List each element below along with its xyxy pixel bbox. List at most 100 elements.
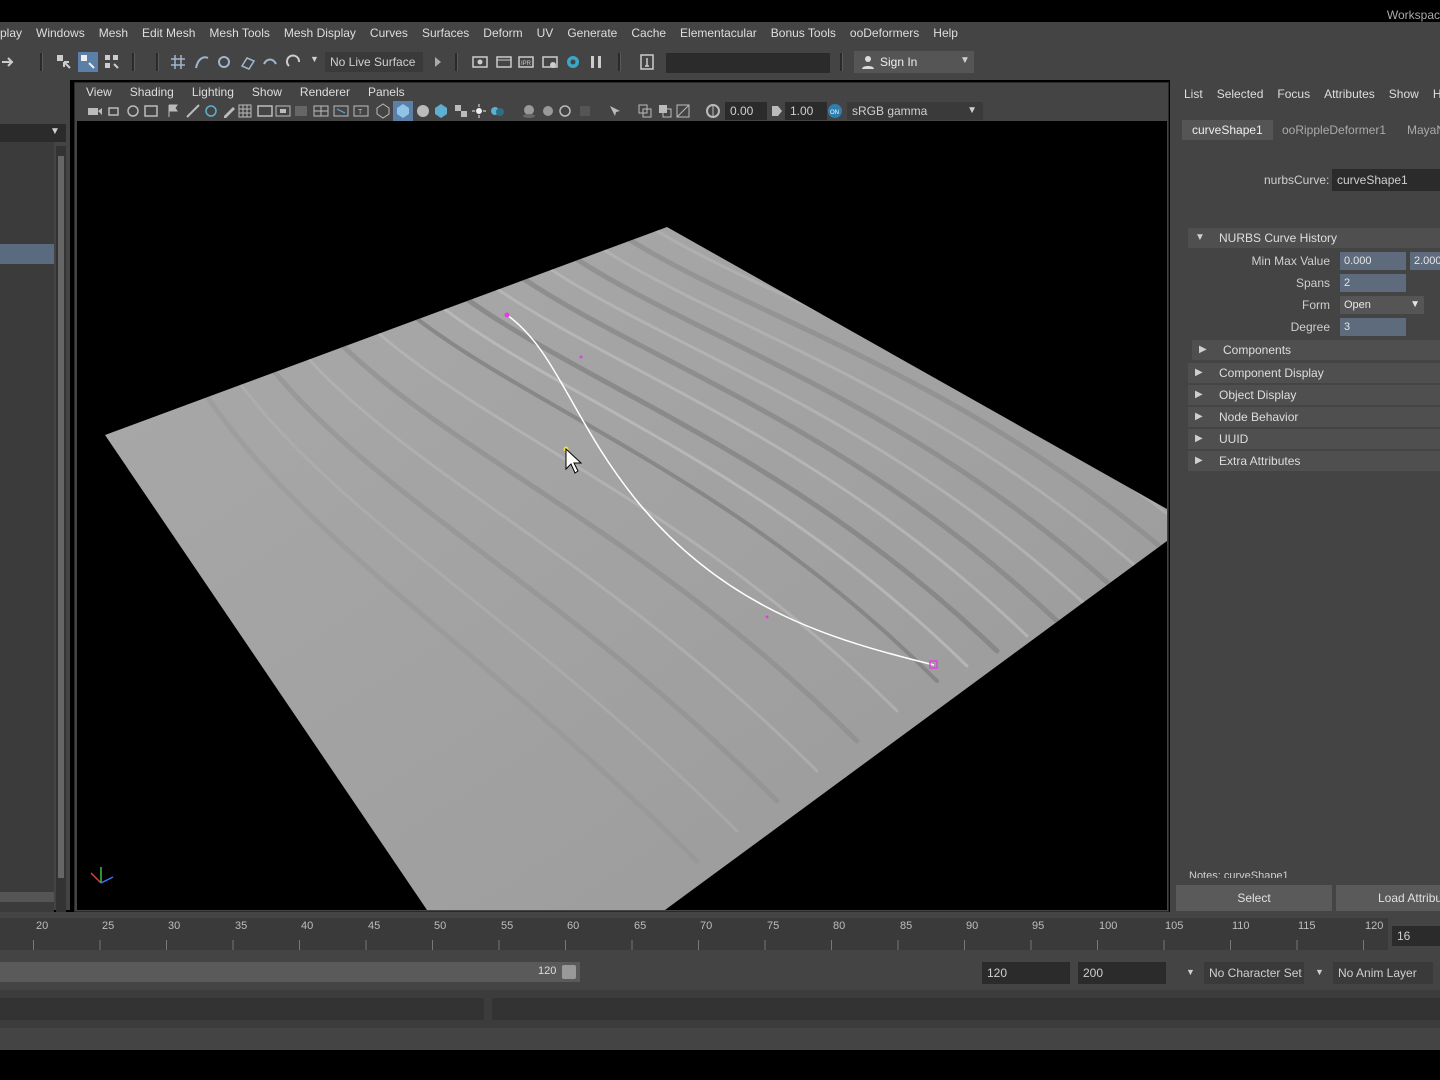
select-button[interactable]: Select — [1176, 885, 1332, 911]
control-vertex[interactable] — [765, 615, 769, 619]
film-gate-icon[interactable] — [257, 103, 273, 119]
menu-oodeformers[interactable]: ooDeformers — [843, 26, 926, 40]
render-view-icon[interactable] — [565, 54, 581, 70]
section-component-display[interactable]: ▶ Component Display — [1188, 363, 1440, 383]
viewport-menu-shading[interactable]: Shading — [121, 85, 183, 99]
ae-menu-attributes[interactable]: Attributes — [1317, 87, 1382, 101]
snap-live-icon[interactable] — [286, 54, 302, 70]
motion-blur-icon[interactable] — [539, 103, 555, 119]
section-extra-attributes[interactable]: ▶ Extra Attributes — [1188, 451, 1440, 471]
depth-of-field-icon[interactable] — [577, 103, 593, 119]
ae-menu-help[interactable]: He — [1426, 87, 1440, 101]
flag-icon[interactable] — [165, 103, 181, 119]
outliner-h-scrollbar[interactable] — [0, 892, 54, 902]
menu-bonus-tools[interactable]: Bonus Tools — [764, 26, 843, 40]
default-material-icon[interactable] — [415, 103, 431, 119]
xray-joints-icon[interactable] — [657, 103, 673, 119]
menu-uv[interactable]: UV — [530, 26, 561, 40]
render-frame-icon[interactable] — [496, 54, 512, 70]
end-time-field[interactable]: 120 — [982, 962, 1070, 984]
menu-mesh-tools[interactable]: Mesh Tools — [202, 26, 276, 40]
node-name-field[interactable]: curveShape1 — [1332, 169, 1440, 191]
viewport-menu-view[interactable]: View — [77, 85, 121, 99]
3d-viewport[interactable] — [77, 121, 1167, 910]
spans-field[interactable]: 2 — [1340, 274, 1406, 292]
form-dropdown[interactable]: Open ▼ — [1340, 296, 1424, 314]
wireframe-icon[interactable] — [375, 103, 391, 119]
exposure-field[interactable]: 0.00 — [725, 102, 767, 120]
arrow-right-icon[interactable] — [430, 54, 446, 70]
ae-menu-show[interactable]: Show — [1382, 87, 1426, 101]
menu-help[interactable]: Help — [926, 26, 965, 40]
control-vertex[interactable] — [579, 355, 583, 359]
character-set-dropdown[interactable]: No Character Set — [1204, 962, 1304, 984]
anim-layer-dropdown[interactable]: No Anim Layer — [1333, 962, 1433, 984]
ambient-occlusion-icon[interactable] — [521, 103, 537, 119]
time-ruler[interactable]: 20 25 30 35 40 45 50 55 60 65 70 75 80 8… — [0, 918, 1388, 950]
section-object-display[interactable]: ▶ Object Display — [1188, 385, 1440, 405]
max-value-field[interactable]: 2.000 — [1410, 252, 1440, 270]
camera-icon[interactable] — [87, 103, 103, 119]
2d-pan-icon[interactable] — [185, 103, 201, 119]
range-slider-handle[interactable] — [562, 965, 576, 979]
animation-end-field[interactable]: 200 — [1078, 962, 1166, 984]
tab-mayan[interactable]: MayaN — [1397, 120, 1440, 140]
menu-deform[interactable]: Deform — [476, 26, 529, 40]
chevron-down-icon[interactable]: ▼ — [1186, 967, 1195, 977]
pencil-icon[interactable] — [221, 103, 237, 119]
view-transform-dropdown[interactable]: sRGB gamma ▼ — [847, 102, 983, 120]
snap-curve-icon[interactable] — [194, 54, 210, 70]
checker-icon[interactable] — [453, 103, 469, 119]
menu-cache[interactable]: Cache — [624, 26, 673, 40]
sign-in-button[interactable]: Sign In ▼ — [854, 51, 974, 73]
viewport-menu-panels[interactable]: Panels — [359, 85, 414, 99]
select-hierarchy-icon[interactable] — [56, 54, 72, 70]
menu-windows[interactable]: Windows — [29, 26, 92, 40]
field-chart-icon[interactable] — [313, 103, 329, 119]
smooth-shade-button[interactable] — [393, 101, 413, 121]
workspace-label[interactable]: Workspac — [1387, 0, 1440, 22]
viewport-menu-show[interactable]: Show — [243, 85, 291, 99]
snap-grid-icon[interactable] — [170, 54, 186, 70]
ae-menu-focus[interactable]: Focus — [1270, 87, 1317, 101]
snap-surface-icon[interactable] — [262, 54, 278, 70]
safe-title-icon[interactable]: T — [353, 103, 369, 119]
tab-ooripple-deformer1[interactable]: ooRippleDeformer1 — [1272, 120, 1396, 140]
ipr-render-icon[interactable]: IPR — [518, 54, 534, 70]
ripple-plane[interactable] — [105, 227, 1167, 910]
current-frame-field[interactable]: 16 — [1392, 926, 1440, 946]
viewport-menu-lighting[interactable]: Lighting — [183, 85, 243, 99]
ae-menu-selected[interactable]: Selected — [1210, 87, 1271, 101]
snap-view-plane-icon[interactable] — [240, 54, 256, 70]
min-value-field[interactable]: 0.000 — [1340, 252, 1406, 270]
pause-icon[interactable] — [588, 54, 604, 70]
outliner-filter-dropdown[interactable]: ▼ — [0, 124, 66, 142]
isolate-select-icon[interactable] — [607, 103, 623, 119]
menu-curves[interactable]: Curves — [363, 26, 415, 40]
section-nurbs-curve-history[interactable]: ▼ NURBS Curve History — [1188, 228, 1440, 248]
degree-field[interactable]: 3 — [1340, 318, 1406, 336]
outliner-list[interactable] — [0, 142, 54, 964]
color-management-icon[interactable]: ON — [827, 103, 843, 119]
image-plane-icon[interactable] — [143, 103, 159, 119]
arrow-right-icon[interactable] — [0, 54, 16, 70]
camera-attributes-icon[interactable] — [107, 103, 123, 119]
chevron-down-icon[interactable]: ▼ — [310, 54, 319, 64]
notes-area[interactable]: Notes: curveShape1 — [1188, 868, 1440, 878]
xray-icon[interactable] — [637, 103, 653, 119]
range-slider[interactable]: 120 — [0, 962, 580, 982]
menu-edit-mesh[interactable]: Edit Mesh — [135, 26, 202, 40]
grid-icon[interactable] — [237, 103, 253, 119]
command-input[interactable] — [666, 53, 830, 73]
menu-mesh[interactable]: Mesh — [92, 26, 135, 40]
menu-generate[interactable]: Generate — [560, 26, 624, 40]
chevron-down-icon[interactable]: ▼ — [1315, 967, 1324, 977]
shadows-icon[interactable] — [489, 103, 505, 119]
outliner-selected-row[interactable] — [0, 244, 54, 264]
select-object-mode-button[interactable] — [78, 52, 98, 72]
bookmark-icon[interactable] — [125, 103, 141, 119]
exposure-icon[interactable] — [705, 103, 721, 119]
outliner-scrollbar[interactable] — [56, 146, 66, 954]
menu-display[interactable]: play — [0, 26, 29, 40]
safe-action-icon[interactable] — [333, 103, 349, 119]
